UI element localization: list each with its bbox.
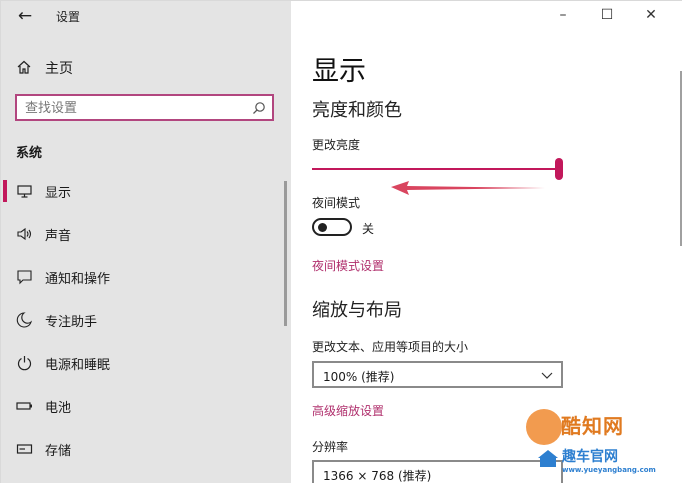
watermark-brand: 酷知网 xyxy=(561,414,624,438)
page-title: 显示 xyxy=(312,56,366,87)
brightness-slider-thumb[interactable] xyxy=(555,158,563,180)
sidebar: ← 设置 主页 系统 显示 xyxy=(1,1,291,483)
power-icon xyxy=(17,356,32,371)
advanced-scaling-link[interactable]: 高级缩放设置 xyxy=(312,402,384,419)
window-controls: – ☐ ✕ xyxy=(551,1,681,31)
search-input[interactable] xyxy=(25,99,245,117)
watermark: 酷知网 趣车官网 www.yueyangbang.com xyxy=(516,404,682,483)
sidebar-item-label: 存储 xyxy=(45,444,72,459)
moon-icon xyxy=(16,312,33,328)
title-bar: ← 设置 xyxy=(1,1,291,31)
search-box[interactable] xyxy=(15,94,274,121)
sidebar-item-notifications[interactable]: 通知和操作 xyxy=(1,260,291,294)
sidebar-item-storage[interactable]: 存储 xyxy=(1,432,291,466)
window-title: 设置 xyxy=(56,10,81,24)
monitor-icon xyxy=(17,185,32,198)
sidebar-item-sound[interactable]: 声音 xyxy=(1,217,291,251)
sidebar-scrollbar[interactable] xyxy=(284,181,287,326)
sidebar-item-label: 电源和睡眠 xyxy=(45,358,111,373)
close-button[interactable]: ✕ xyxy=(641,5,661,25)
sidebar-item-label: 声音 xyxy=(45,229,72,244)
night-light-label: 夜间模式 xyxy=(312,196,361,210)
section-heading-brightness: 亮度和颜色 xyxy=(312,100,402,121)
chevron-down-icon xyxy=(541,372,553,379)
back-arrow-icon[interactable]: ← xyxy=(15,6,35,26)
toggle-knob xyxy=(318,223,327,232)
speaker-icon xyxy=(17,227,32,241)
sidebar-item-focus-assist[interactable]: 专注助手 xyxy=(1,303,291,337)
watermark-url: www.yueyangbang.com xyxy=(562,466,656,474)
brightness-label: 更改亮度 xyxy=(312,138,361,152)
watermark-sub: 趣车官网 xyxy=(562,449,618,465)
sidebar-item-battery[interactable]: 电池 xyxy=(1,389,291,423)
sidebar-item-label: 专注助手 xyxy=(45,315,98,330)
sidebar-item-home[interactable]: 主页 xyxy=(1,53,291,81)
sidebar-item-label: 电池 xyxy=(45,401,72,416)
scale-dropdown-value: 100% (推荐) xyxy=(323,370,395,384)
home-icon xyxy=(17,60,31,74)
storage-icon xyxy=(16,444,33,454)
sidebar-item-label: 显示 xyxy=(45,186,72,201)
night-light-state: 关 xyxy=(362,222,375,236)
active-indicator xyxy=(3,180,7,202)
scale-label: 更改文本、应用等项目的大小 xyxy=(312,340,469,354)
battery-icon xyxy=(16,402,32,410)
scale-dropdown[interactable]: 100% (推荐) xyxy=(312,361,563,388)
sidebar-item-power-sleep[interactable]: 电源和睡眠 xyxy=(1,346,291,380)
section-heading-scale-layout: 缩放与布局 xyxy=(312,300,402,321)
notification-icon xyxy=(17,270,32,285)
resolution-dropdown-value: 1366 × 768 (推荐) xyxy=(323,469,432,483)
night-light-settings-link[interactable]: 夜间模式设置 xyxy=(312,257,384,274)
sidebar-item-display[interactable]: 显示 xyxy=(1,174,291,208)
brightness-slider-track[interactable] xyxy=(312,168,558,170)
resolution-label: 分辨率 xyxy=(312,440,349,454)
settings-window: ← 设置 主页 系统 显示 xyxy=(0,0,682,483)
search-icon[interactable] xyxy=(252,101,266,115)
section-label-system: 系统 xyxy=(16,146,43,161)
night-light-toggle[interactable] xyxy=(312,218,352,236)
minimize-button[interactable]: – xyxy=(553,5,573,25)
annotation-arrow-icon xyxy=(391,181,545,195)
watermark-logo-icon xyxy=(526,409,562,445)
sidebar-item-home-label: 主页 xyxy=(45,61,73,77)
sidebar-item-label: 通知和操作 xyxy=(45,272,111,287)
watermark-house-icon xyxy=(538,450,558,467)
maximize-button[interactable]: ☐ xyxy=(597,5,617,25)
